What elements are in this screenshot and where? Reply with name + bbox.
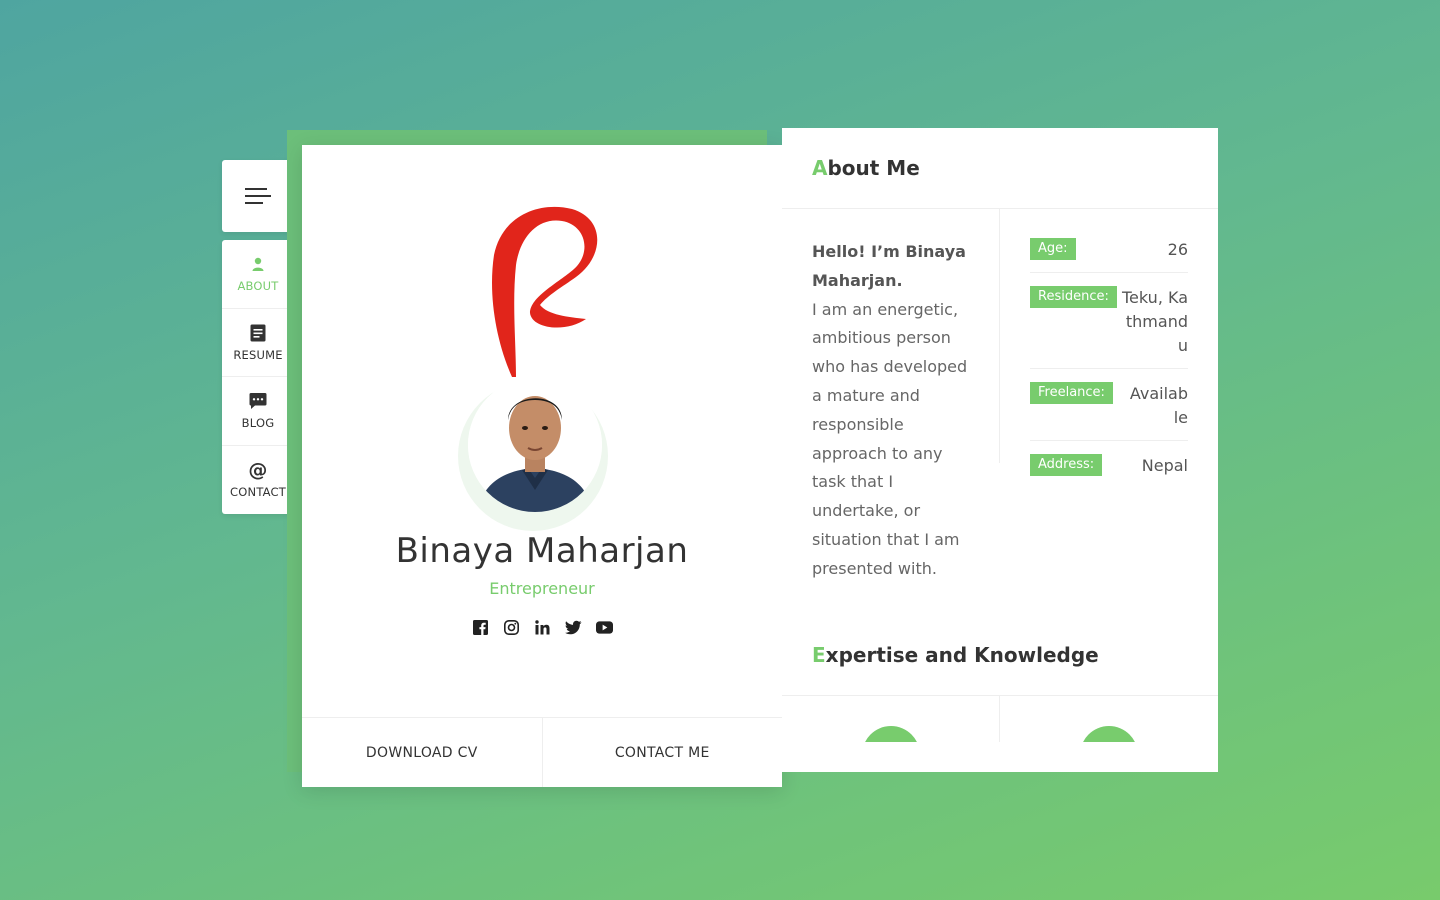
- section-divider: [782, 208, 1218, 209]
- linkedin-icon[interactable]: [534, 619, 551, 636]
- nav-item-contact[interactable]: @ CONTACT: [222, 446, 294, 515]
- info-row-age: Age: 26: [1030, 236, 1188, 273]
- youtube-icon[interactable]: [595, 619, 613, 636]
- nav-label: CONTACT: [230, 485, 286, 500]
- facebook-icon[interactable]: [472, 619, 489, 636]
- download-cv-button[interactable]: DOWNLOAD CV: [302, 718, 543, 787]
- at-icon: @: [248, 459, 268, 482]
- about-bio: I am an energetic, ambitious person who …: [812, 299, 968, 578]
- info-label: Freelance:: [1030, 382, 1113, 404]
- nav-item-resume[interactable]: RESUME: [222, 309, 294, 377]
- nav-item-blog[interactable]: BLOG: [222, 377, 294, 446]
- person-icon: [252, 254, 264, 274]
- about-greeting: Hello! I’m Binaya Maharjan.: [812, 242, 966, 290]
- chat-icon: [249, 391, 267, 411]
- document-icon: [250, 323, 266, 343]
- logo: [492, 206, 598, 377]
- column-divider: [999, 208, 1000, 463]
- content-panel: About Me Hello! I’m Binaya Maharjan. I a…: [782, 128, 1218, 772]
- profile-card: Binaya Maharjan Entrepreneur DOWNLOAD CV…: [302, 145, 782, 787]
- contact-me-button[interactable]: CONTACT ME: [543, 718, 783, 787]
- expertise-icon: [1080, 726, 1138, 742]
- profile-role: Entrepreneur: [489, 579, 595, 598]
- info-label: Address:: [1030, 454, 1103, 476]
- hamburger-icon: [245, 188, 271, 204]
- profile-name: Binaya Maharjan: [395, 531, 689, 571]
- about-title: About Me: [802, 156, 920, 187]
- twitter-icon[interactable]: [564, 619, 582, 636]
- info-label: Residence:: [1030, 286, 1117, 308]
- instagram-icon[interactable]: [503, 619, 520, 636]
- info-value: Available: [1129, 384, 1188, 427]
- expertise-title: Expertise and Knowledge: [802, 643, 1099, 674]
- info-value: 26: [1167, 240, 1188, 259]
- info-list: Age: 26 Residence: Teku, Kathmandu Freel…: [1030, 236, 1188, 488]
- nav-label: BLOG: [241, 416, 275, 431]
- nav-label: RESUME: [233, 347, 283, 362]
- expertise-icon: [862, 726, 920, 742]
- info-row-address: Address: Nepal: [1030, 441, 1188, 488]
- info-value: Teku, Kathmandu: [1122, 288, 1188, 355]
- about-intro: Hello! I’m Binaya Maharjan. I am an ener…: [812, 238, 972, 584]
- nav-label: ABOUT: [237, 279, 279, 294]
- menu-toggle-button[interactable]: [222, 160, 294, 232]
- info-label: Age:: [1030, 238, 1076, 260]
- info-row-residence: Residence: Teku, Kathmandu: [1030, 273, 1188, 369]
- expertise-icons: [782, 695, 1218, 742]
- avatar: [468, 378, 602, 512]
- info-value: Nepal: [1141, 456, 1188, 475]
- nav-item-about[interactable]: ABOUT: [222, 240, 294, 309]
- side-nav: ABOUT RESUME BLOG @ CONTACT: [222, 240, 294, 514]
- info-row-freelance: Freelance: Available: [1030, 369, 1188, 441]
- social-links: [302, 619, 782, 636]
- card-actions: DOWNLOAD CV CONTACT ME: [302, 717, 782, 787]
